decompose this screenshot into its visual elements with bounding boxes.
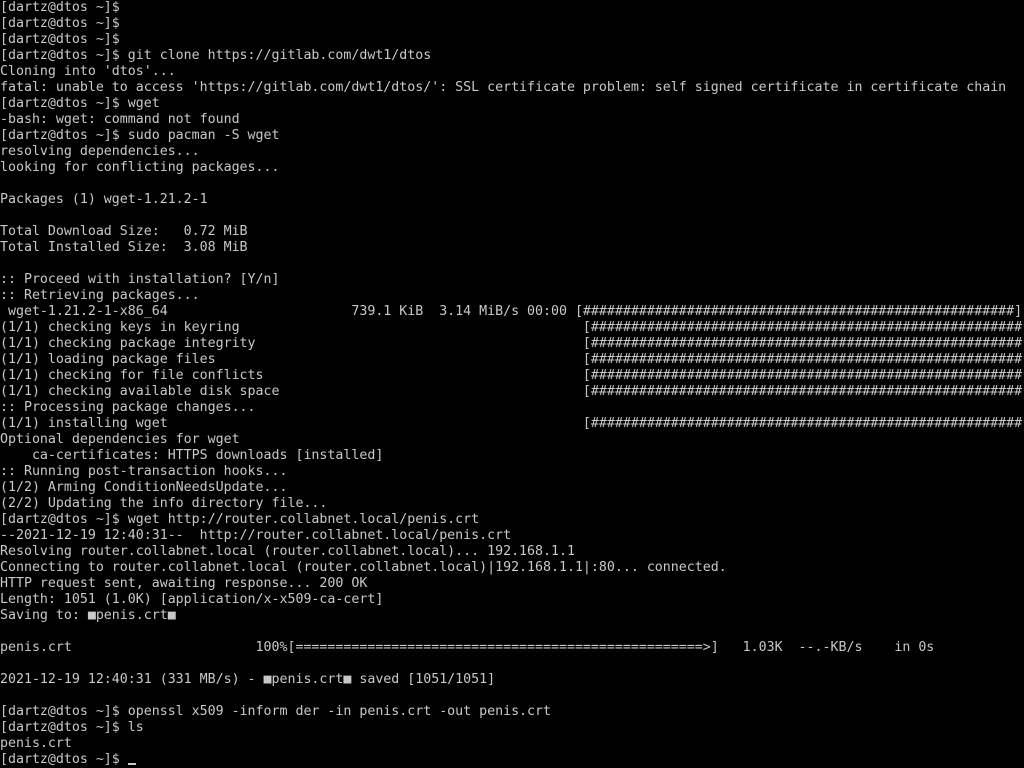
terminal-line: Packages (1) wget-1.21.2-1	[0, 192, 208, 207]
terminal-line: [dartz@dtos ~]$ sudo pacman -S wget	[0, 128, 280, 143]
terminal-line: 2021-12-19 12:40:31 (331 MB/s) - ■penis.…	[0, 672, 496, 687]
terminal-line: Resolving router.collabnet.local (router…	[0, 544, 575, 559]
terminal-line: [dartz@dtos ~]$	[0, 16, 120, 31]
terminal-line: Total Installed Size: 3.08 MiB	[0, 240, 248, 255]
terminal-line: Connecting to router.collabnet.local (ro…	[0, 560, 727, 575]
terminal-line: penis.crt	[0, 736, 72, 751]
cursor	[127, 763, 136, 765]
terminal-line: wget-1.21.2-1-x86_64 739.1 KiB 3.14 MiB/…	[0, 304, 1024, 319]
terminal-line: [dartz@dtos ~]$ ls	[0, 720, 144, 735]
terminal-line: (1/1) installing wget [#################…	[0, 416, 1024, 431]
terminal-line: --2021-12-19 12:40:31-- http://router.co…	[0, 528, 512, 543]
terminal-line: resolving dependencies...	[0, 144, 200, 159]
terminal-line: [dartz@dtos ~]$	[0, 32, 120, 47]
terminal-line: Saving to: ■penis.crt■	[0, 608, 176, 623]
terminal-line: (1/2) Arming ConditionNeedsUpdate...	[0, 480, 288, 495]
terminal-line: [dartz@dtos ~]$ wget http://router.colla…	[0, 512, 480, 527]
terminal-line: fatal: unable to access 'https://gitlab.…	[0, 80, 1007, 95]
terminal-line: ca-certificates: HTTPS downloads [instal…	[0, 448, 384, 463]
terminal-line: :: Retrieving packages...	[0, 288, 200, 303]
terminal-line: (1/1) checking keys in keyring [########…	[0, 320, 1024, 335]
terminal-line: penis.crt 100%[=========================…	[0, 640, 935, 655]
command-prompt[interactable]: [dartz@dtos ~]$	[0, 752, 1024, 768]
terminal-line: [dartz@dtos ~]$ openssl x509 -inform der…	[0, 704, 551, 719]
terminal-line: [dartz@dtos ~]$ git clone https://gitlab…	[0, 48, 432, 63]
terminal-line: :: Running post-transaction hooks...	[0, 464, 288, 479]
terminal-line: :: Processing package changes...	[0, 400, 256, 415]
terminal-line: looking for conflicting packages...	[0, 160, 280, 175]
prompt-text: [dartz@dtos ~]$	[0, 752, 128, 767]
terminal-line: (1/1) loading package files [###########…	[0, 352, 1024, 367]
terminal-line: [dartz@dtos ~]$	[0, 0, 120, 15]
terminal-line: Length: 1051 (1.0K) [application/x-x509-…	[0, 592, 384, 607]
terminal-line: (1/1) checking available disk space [###…	[0, 384, 1024, 399]
terminal-line: -bash: wget: command not found	[0, 112, 240, 127]
terminal-line: Total Download Size: 0.72 MiB	[0, 224, 248, 239]
terminal-line: Optional dependencies for wget	[0, 432, 240, 447]
terminal-line: :: Proceed with installation? [Y/n]	[0, 272, 280, 287]
terminal-line: (2/2) Updating the info directory file..…	[0, 496, 328, 511]
terminal-line: Cloning into 'dtos'...	[0, 64, 176, 79]
terminal-line: (1/1) checking for file conflicts [#####…	[0, 368, 1024, 383]
terminal-line: (1/1) checking package integrity [######…	[0, 336, 1024, 351]
terminal-line: HTTP request sent, awaiting response... …	[0, 576, 368, 591]
terminal-line: [dartz@dtos ~]$ wget	[0, 96, 160, 111]
terminal-window[interactable]: [dartz@dtos ~]$ [dartz@dtos ~]$ [dartz@d…	[0, 0, 1024, 768]
